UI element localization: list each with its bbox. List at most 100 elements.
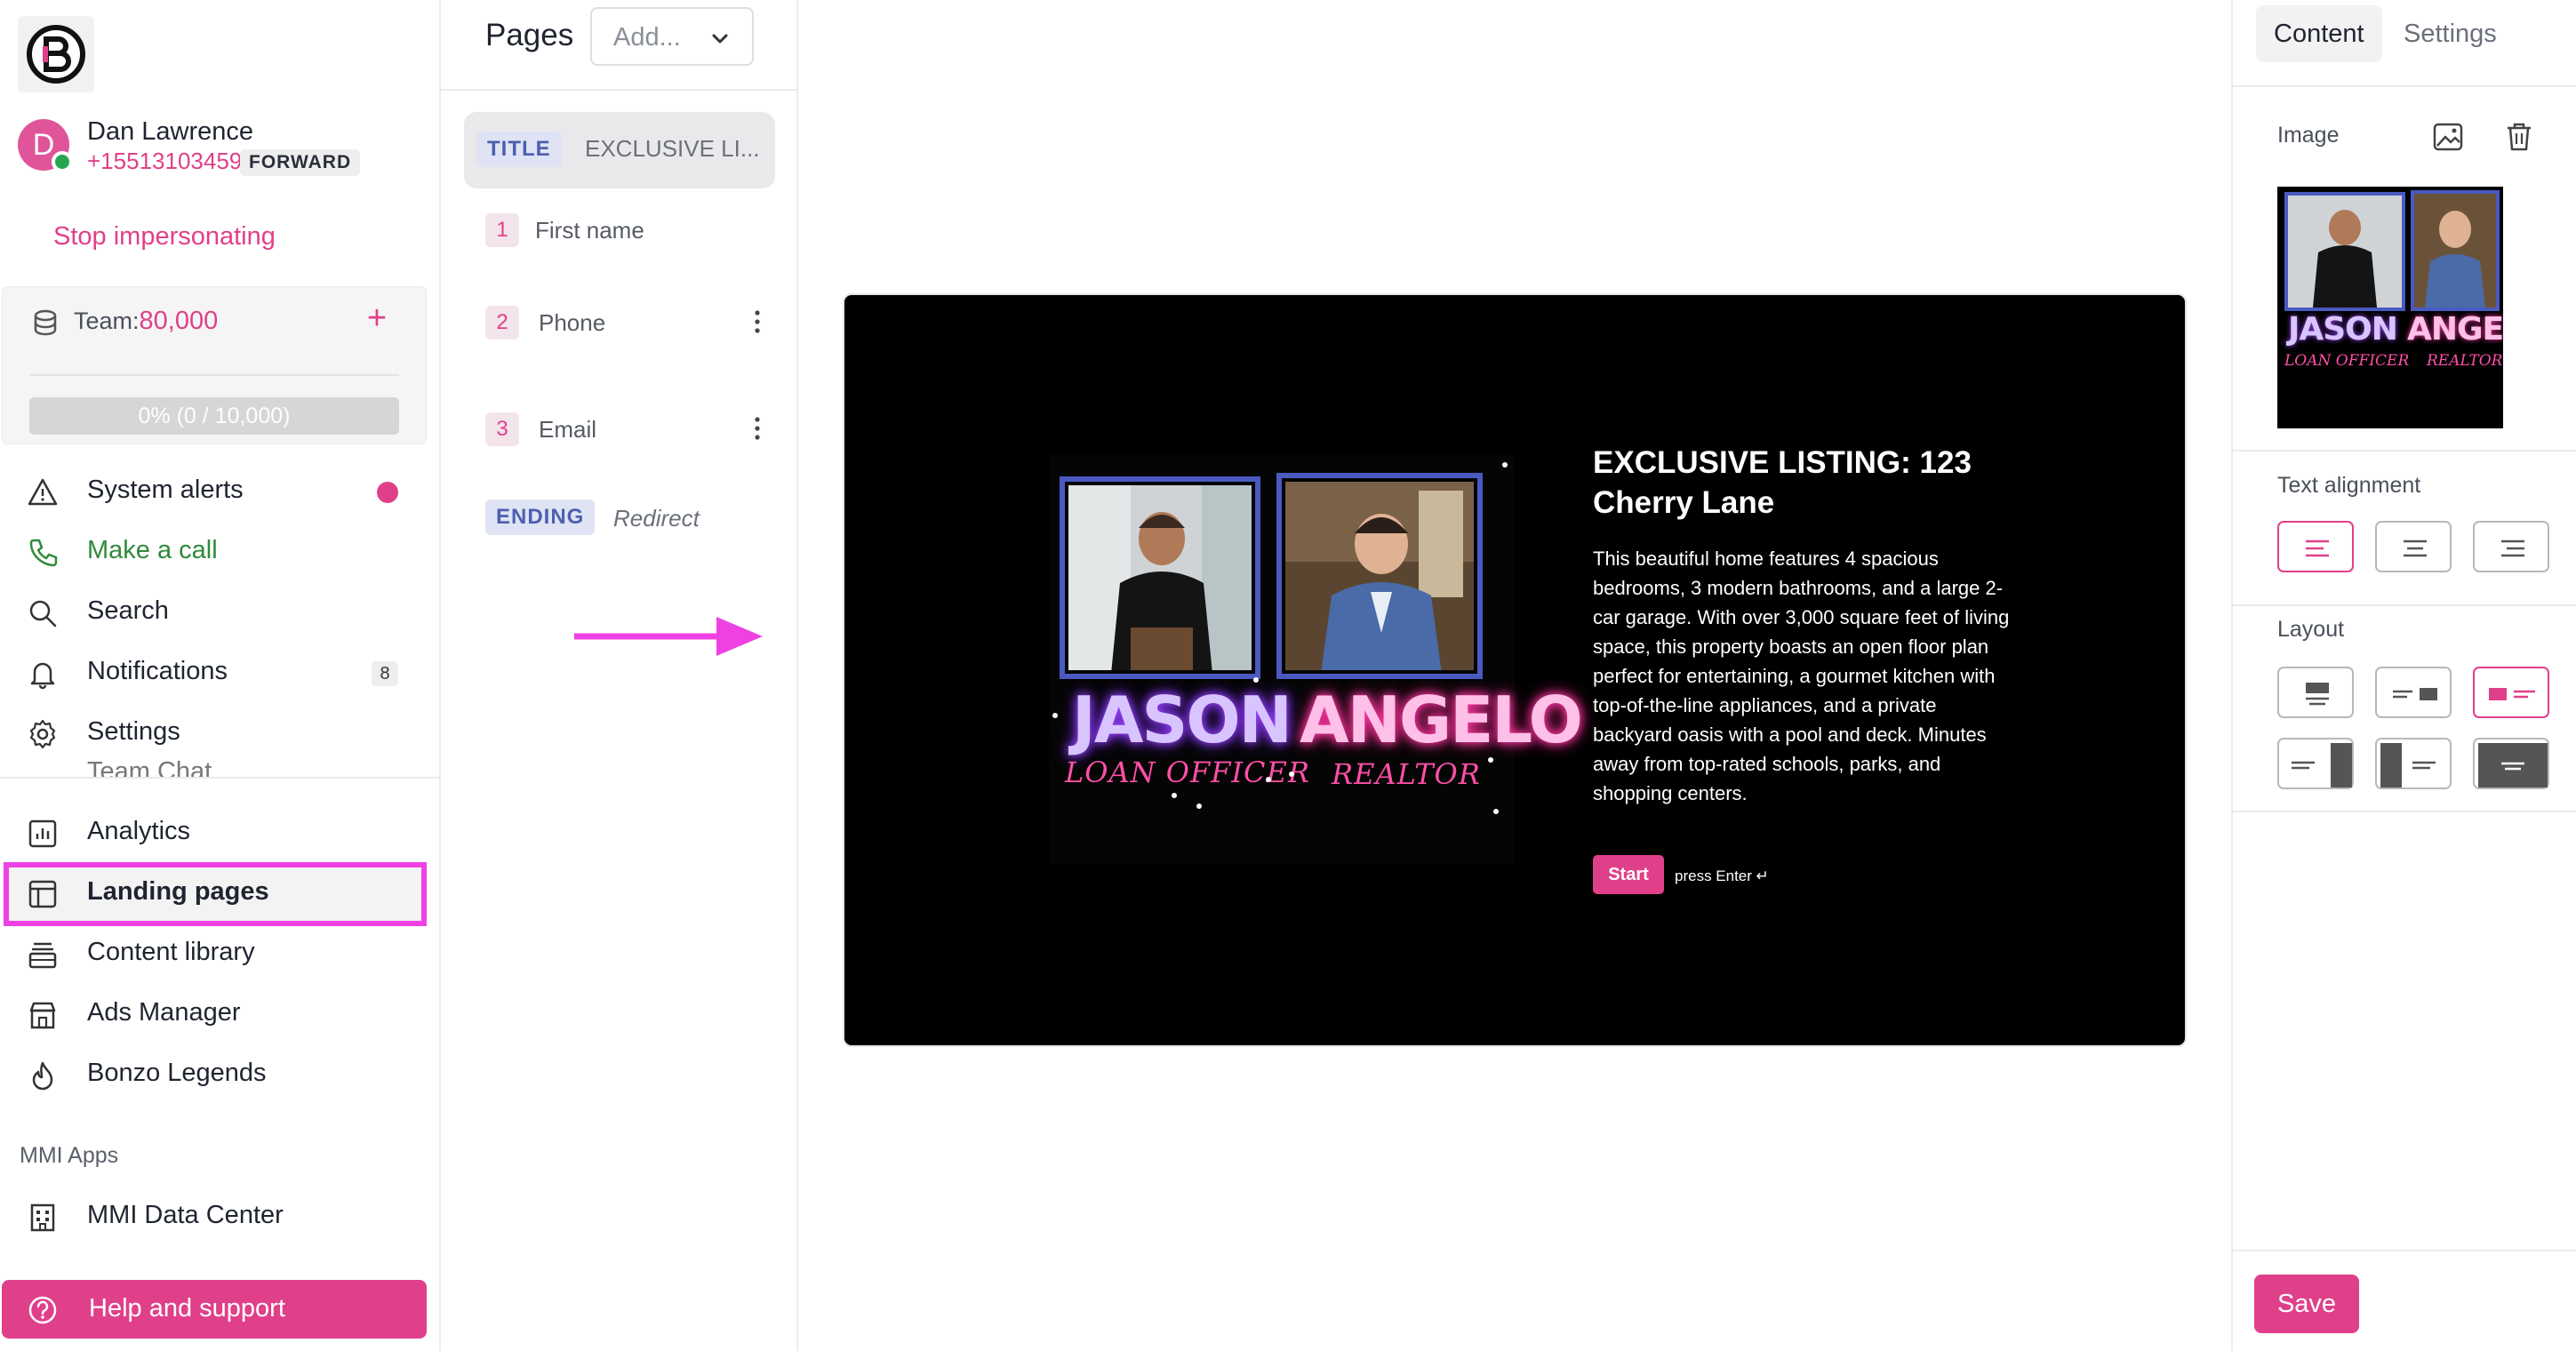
layout-split-right-button[interactable] xyxy=(2277,738,2354,789)
more-vertical-icon[interactable] xyxy=(752,414,763,443)
sidebar-item-label: Landing pages xyxy=(87,877,269,906)
sidebar-item-content-library[interactable]: Content library xyxy=(0,926,427,981)
question-label: Email xyxy=(539,416,597,443)
pages-title: Pages xyxy=(485,18,574,52)
align-left-icon xyxy=(2306,540,2329,557)
divider xyxy=(2233,85,2576,87)
stop-impersonating-link[interactable]: Stop impersonating xyxy=(53,222,276,252)
sidebar-scroll-divider xyxy=(0,777,441,779)
trash-icon[interactable] xyxy=(2501,119,2537,155)
align-left-button[interactable] xyxy=(2277,521,2354,572)
phone-icon xyxy=(29,539,58,567)
sparkle xyxy=(1502,462,1508,468)
online-status-dot xyxy=(52,151,73,172)
page-item-question[interactable]: 3 Email xyxy=(485,405,779,452)
sidebar-item-label: Settings xyxy=(87,717,180,746)
sidebar-item-label: Search xyxy=(87,596,169,625)
store-icon xyxy=(29,1002,56,1029)
more-vertical-icon[interactable] xyxy=(752,308,763,336)
replace-image-icon[interactable] xyxy=(2430,119,2466,155)
sidebar-item-bonzo-legends[interactable]: Bonzo Legends xyxy=(0,1047,427,1102)
sparkle xyxy=(1196,803,1202,809)
user-profile[interactable]: D Dan Lawrence +15513103459 FORWARD xyxy=(18,117,427,180)
page-item-question[interactable]: 1 First name xyxy=(485,206,779,252)
align-right-icon xyxy=(2501,540,2524,557)
question-number: 1 xyxy=(485,213,519,247)
help-circle-icon xyxy=(28,1296,57,1324)
divider xyxy=(29,374,399,376)
sidebar-item-notifications[interactable]: Notifications 8 xyxy=(0,645,427,700)
coins-icon xyxy=(34,309,57,336)
help-button-label: Help and support xyxy=(89,1294,285,1323)
sidebar-item-label: Notifications xyxy=(87,657,228,685)
sidebar-item-label: Ads Manager xyxy=(87,998,241,1027)
sparkle xyxy=(1493,809,1499,814)
sidebar-item-mmi-data-center[interactable]: MMI Data Center xyxy=(0,1189,427,1244)
layout-image-top-icon xyxy=(2306,683,2329,706)
ending-label[interactable]: Redirect xyxy=(613,505,700,532)
app-logo[interactable] xyxy=(18,16,94,92)
text-alignment-label: Text alignment xyxy=(2277,473,2421,498)
sidebar-item-label: Bonzo Legends xyxy=(87,1059,267,1087)
forward-badge: FORWARD xyxy=(240,149,361,176)
page-item-title[interactable]: TITLE EXCLUSIVE LI... xyxy=(464,112,775,188)
notification-count-badge: 8 xyxy=(372,661,398,686)
align-center-button[interactable] xyxy=(2375,521,2452,572)
sidebar-item-ads-manager[interactable]: Ads Manager xyxy=(0,987,427,1042)
thumbnail-role-left: LOAN OFFICER xyxy=(2284,352,2410,370)
credits-progress-bar: 0% (0 / 10,000) xyxy=(29,397,399,435)
add-page-select[interactable]: Add... xyxy=(590,7,754,66)
flame-icon xyxy=(32,1061,53,1091)
sidebar: D Dan Lawrence +15513103459 FORWARD Stop… xyxy=(0,0,441,1351)
sidebar-item-system-alerts[interactable]: System alerts xyxy=(0,464,427,519)
page-item-question[interactable]: 2 Phone xyxy=(485,299,779,345)
image-thumbnail[interactable]: JASON ANGELO LOAN OFFICER REALTOR xyxy=(2277,187,2503,428)
divider xyxy=(2233,604,2576,606)
question-label: First name xyxy=(535,217,644,244)
gear-icon xyxy=(29,719,56,749)
app-root: D Dan Lawrence +15513103459 FORWARD Stop… xyxy=(0,0,2576,1351)
image-section-label: Image xyxy=(2277,123,2340,148)
layout-background-button[interactable] xyxy=(2473,738,2549,789)
editor-canvas: JASON ANGELO LOAN OFFICER REALTOR EXCLUS… xyxy=(798,0,2233,1351)
sidebar-item-analytics[interactable]: Analytics xyxy=(0,805,427,860)
sidebar-item-search[interactable]: Search xyxy=(0,585,427,640)
poster-name-right: ANGELO xyxy=(1300,683,1583,757)
align-right-button[interactable] xyxy=(2473,521,2549,572)
bonzo-logo-icon xyxy=(27,25,85,84)
sparkle xyxy=(1266,777,1271,782)
tab-content[interactable]: Content xyxy=(2256,5,2382,62)
sidebar-item-make-a-call[interactable]: Make a call xyxy=(0,524,427,580)
tab-settings[interactable]: Settings xyxy=(2386,5,2515,62)
user-name: Dan Lawrence xyxy=(87,117,253,146)
sidebar-item-settings[interactable]: Settings xyxy=(0,706,427,761)
listing-title: EXCLUSIVE LISTING: 123 Cherry Lane xyxy=(1593,445,1972,520)
save-button[interactable]: Save xyxy=(2254,1275,2359,1333)
landing-page-preview[interactable]: JASON ANGELO LOAN OFFICER REALTOR EXCLUS… xyxy=(843,293,2187,1047)
help-and-support-button[interactable]: Help and support xyxy=(2,1280,427,1339)
progress-text: 0% (0 / 10,000) xyxy=(138,404,291,428)
add-credits-button[interactable]: + xyxy=(355,296,399,340)
alert-indicator-dot xyxy=(377,482,398,503)
team-credits-panel: Team:80,000 + 0% (0 / 10,000) xyxy=(2,286,427,444)
layout-image-right-button[interactable] xyxy=(2375,667,2452,718)
thumbnail-name-right: ANGELO xyxy=(2407,311,2503,348)
sidebar-item-landing-pages[interactable]: Landing pages xyxy=(0,866,427,921)
poster-role-left: LOAN OFFICER xyxy=(1065,755,1310,789)
sidebar-item-team-chat-partial[interactable]: Team Chat xyxy=(87,757,212,779)
sidebar-item-label: System alerts xyxy=(87,476,244,504)
layout-image-top-button[interactable] xyxy=(2277,667,2354,718)
sparkle xyxy=(1052,713,1058,718)
start-button[interactable]: Start xyxy=(1593,855,1664,894)
listing-description: This beautiful home features 4 spacious … xyxy=(1593,548,2010,804)
ending-tag[interactable]: ENDING xyxy=(485,500,596,535)
mmi-apps-section-label: MMI Apps xyxy=(20,1143,119,1168)
pages-panel: Pages Add... TITLE EXCLUSIVE LI... 1 Fir… xyxy=(441,0,798,1351)
divider xyxy=(2233,811,2576,812)
building-icon xyxy=(30,1203,55,1232)
divider xyxy=(441,89,796,91)
sidebar-item-label: Analytics xyxy=(87,817,191,845)
layout-image-left-button[interactable] xyxy=(2473,667,2549,718)
layout-split-left-button[interactable] xyxy=(2375,738,2452,789)
chart-icon xyxy=(28,819,57,848)
